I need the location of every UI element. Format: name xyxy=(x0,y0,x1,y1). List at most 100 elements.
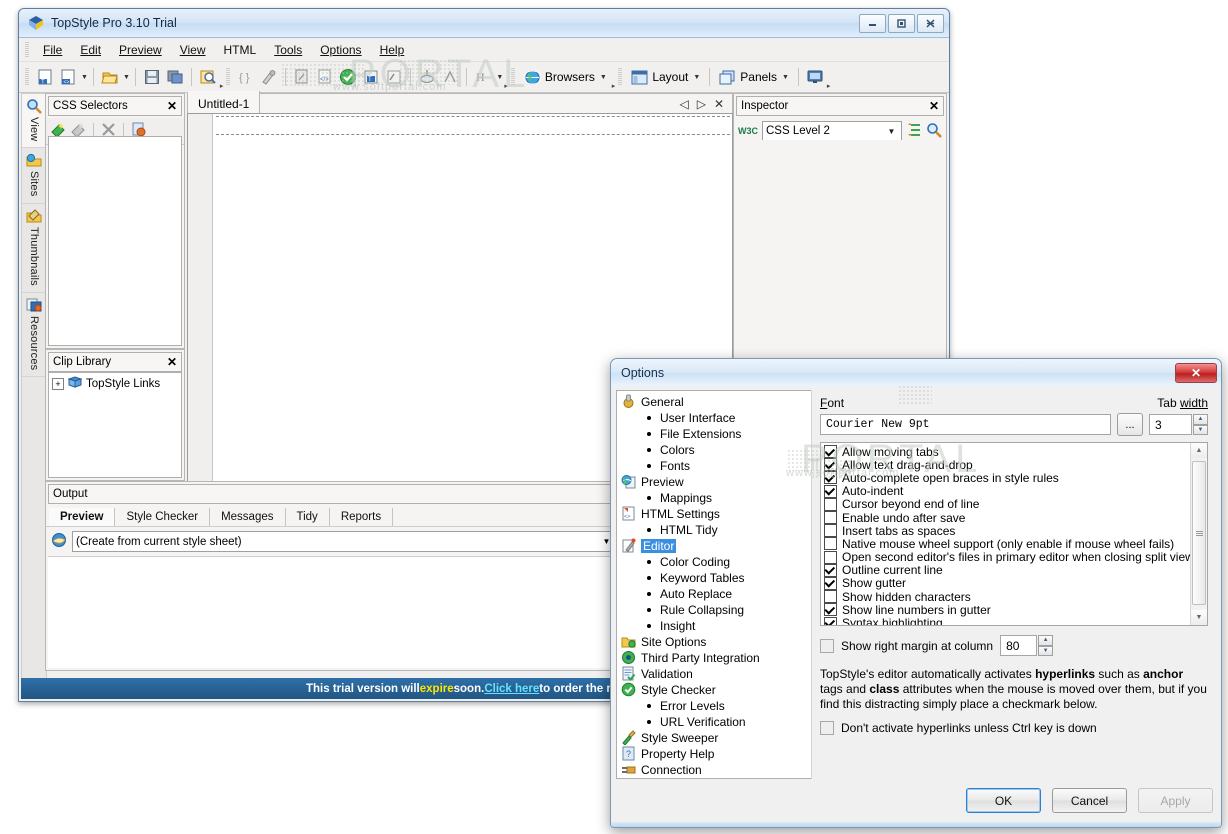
tree-item-url-verification[interactable]: URL Verification xyxy=(621,714,811,730)
save-icon[interactable] xyxy=(141,66,163,88)
apply-button[interactable]: Apply xyxy=(1138,788,1213,813)
tree-item-editor[interactable]: Editor xyxy=(621,538,811,554)
print-preview-icon[interactable] xyxy=(197,66,219,88)
checkbox-row[interactable]: Enable undo after save xyxy=(824,511,1189,525)
cancel-button[interactable]: Cancel xyxy=(1052,788,1127,813)
clip-library-tree[interactable]: + TopStyle Links xyxy=(48,372,182,478)
checkbox-unchecked-icon[interactable] xyxy=(824,497,837,511)
checkbox-unchecked-icon[interactable] xyxy=(824,511,837,525)
tab-prev-icon[interactable]: ◁ xyxy=(679,97,688,111)
close-button[interactable] xyxy=(917,13,944,33)
options-category-tree[interactable]: General User Interface File Extensions Colo… xyxy=(616,390,812,779)
style-upgrade-icon[interactable]: T xyxy=(360,66,382,88)
checkbox-checked-icon[interactable] xyxy=(824,471,837,485)
tab-messages[interactable]: Messages xyxy=(210,508,286,526)
checkbox-checked-icon[interactable] xyxy=(824,563,837,577)
insert-hr-icon[interactable]: H xyxy=(472,66,494,88)
tree-item-style-checker[interactable]: Style Checker xyxy=(621,682,811,698)
checkbox-checked-icon[interactable] xyxy=(824,445,837,459)
menu-options[interactable]: Options xyxy=(311,40,370,60)
tree-item-insight[interactable]: Insight xyxy=(621,618,811,634)
inspector-close-icon[interactable]: ✕ xyxy=(929,99,939,113)
tree-item-auto-replace[interactable]: Auto Replace xyxy=(621,586,811,602)
ftp-upload-icon[interactable] xyxy=(416,66,438,88)
monitor-preview-icon[interactable] xyxy=(804,66,826,88)
tab-tidy[interactable]: Tidy xyxy=(286,508,330,526)
checkbox-row[interactable]: Show line numbers in gutter xyxy=(824,603,1189,617)
tree-item-error-levels[interactable]: Error Levels xyxy=(621,698,811,714)
edit-document-icon[interactable] xyxy=(291,66,313,88)
chevron-down-icon[interactable]: ▼ xyxy=(884,127,899,136)
checkbox-row[interactable]: Show hidden characters xyxy=(824,590,1189,604)
tree-item-site-options[interactable]: Site Options xyxy=(621,634,811,650)
toolbar-grip-3[interactable] xyxy=(510,68,515,86)
scroll-down-icon[interactable]: ▼ xyxy=(1191,610,1207,625)
editor-options-checklist[interactable]: Allow moving tabs Allow text drag-and-dro… xyxy=(820,442,1208,626)
tree-item-style-sweeper[interactable]: Style Sweeper xyxy=(621,730,811,746)
tree-item-preview[interactable]: Preview xyxy=(621,474,811,490)
minimize-button[interactable] xyxy=(859,13,886,33)
checkbox-unchecked-icon[interactable] xyxy=(824,524,837,538)
checkbox-checked-icon[interactable] xyxy=(824,484,837,498)
browsers-button[interactable]: Browsers ▼ xyxy=(520,67,611,88)
layout-button[interactable]: Layout ▼ xyxy=(627,68,704,87)
checkbox-row[interactable]: Allow moving tabs xyxy=(824,445,1189,459)
panels-caret-icon[interactable]: ▼ xyxy=(782,74,789,81)
tree-item-mappings[interactable]: Mappings xyxy=(621,490,811,506)
menu-help[interactable]: Help xyxy=(371,40,414,60)
checkbox-unchecked-icon[interactable] xyxy=(824,537,837,551)
save-all-icon[interactable] xyxy=(164,66,186,88)
menu-html[interactable]: HTML xyxy=(215,40,266,60)
clip-library-close-icon[interactable]: ✕ xyxy=(167,355,177,369)
clip-library-root-node[interactable]: + TopStyle Links xyxy=(52,376,178,392)
tree-expander-icon[interactable]: + xyxy=(52,378,64,390)
checkbox-row[interactable]: Auto-indent xyxy=(824,484,1189,498)
menu-edit[interactable]: Edit xyxy=(71,40,110,60)
checkbox-checked-icon[interactable] xyxy=(824,603,837,617)
style-sweeper-icon[interactable] xyxy=(383,66,405,88)
measure-icon[interactable] xyxy=(439,66,461,88)
options-close-button[interactable]: ✕ xyxy=(1175,362,1217,383)
checklist-scrollbar[interactable]: ▲ ▼ xyxy=(1190,443,1207,625)
tree-item-fonts[interactable]: Fonts xyxy=(621,458,811,474)
tree-item-user-interface[interactable]: User Interface xyxy=(621,410,811,426)
tree-item-file-extensions[interactable]: File Extensions xyxy=(621,426,811,442)
toolbar-grip-4[interactable] xyxy=(618,68,623,86)
tree-item-colors[interactable]: Colors xyxy=(621,442,811,458)
tree-item-html-tidy[interactable]: HTML Tidy xyxy=(621,522,811,538)
tree-item-rule-collapsing[interactable]: Rule Collapsing xyxy=(621,602,811,618)
scrollbar-thumb[interactable] xyxy=(1192,461,1206,605)
scroll-up-icon[interactable]: ▲ xyxy=(1191,443,1207,458)
right-margin-spin-up-icon[interactable]: ▲ xyxy=(1038,635,1054,646)
checkbox-unchecked-icon[interactable] xyxy=(824,590,837,604)
checkbox-row[interactable]: Show gutter xyxy=(824,576,1189,590)
menu-preview[interactable]: Preview xyxy=(110,40,171,60)
layout-caret-icon[interactable]: ▼ xyxy=(693,74,700,81)
browsers-caret-icon[interactable]: ▼ xyxy=(600,74,607,81)
tab-width-spin-up-icon[interactable]: ▲ xyxy=(1193,414,1208,425)
checkbox-row[interactable]: Allow text drag-and-drop xyxy=(824,458,1189,472)
sidebar-item-thumbnails[interactable]: Thumbnails xyxy=(22,204,46,293)
tree-item-keyword-tables[interactable]: Keyword Tables xyxy=(621,570,811,586)
checkbox-row[interactable]: Native mouse wheel support (only enable … xyxy=(824,537,1189,551)
tree-item-validation[interactable]: Validation xyxy=(621,666,811,682)
checkbox-row[interactable]: Outline current line xyxy=(824,563,1189,577)
tab-width-spin-down-icon[interactable]: ▼ xyxy=(1193,424,1208,435)
sidebar-item-resources[interactable]: Resources xyxy=(22,293,46,378)
menu-tools[interactable]: Tools xyxy=(265,40,311,60)
html-tidy-icon[interactable]: </> xyxy=(314,66,336,88)
ok-button[interactable]: OK xyxy=(966,788,1041,813)
open-dropdown-caret-icon[interactable]: ▼ xyxy=(123,74,130,81)
tree-item-style-upgrade[interactable]: TStyle Upgrade xyxy=(621,778,811,779)
checkbox-row[interactable]: Cursor beyond end of line xyxy=(824,497,1189,511)
checkbox-row[interactable]: Auto-complete open braces in style rules xyxy=(824,471,1189,485)
tree-item-color-coding[interactable]: Color Coding xyxy=(621,554,811,570)
tree-item-third-party-integration[interactable]: Third Party Integration xyxy=(621,650,811,666)
tab-width-input[interactable]: 3 xyxy=(1149,414,1192,435)
right-margin-checkbox[interactable] xyxy=(820,638,834,653)
sort-icon[interactable] xyxy=(906,122,922,141)
tree-item-connection[interactable]: Connection xyxy=(621,762,811,778)
css-level-combo[interactable]: CSS Level 2 ▼ xyxy=(762,121,902,141)
tree-item-html-settings[interactable]: <> HTML Settings xyxy=(621,506,811,522)
trial-order-link[interactable]: Click here xyxy=(484,683,539,695)
